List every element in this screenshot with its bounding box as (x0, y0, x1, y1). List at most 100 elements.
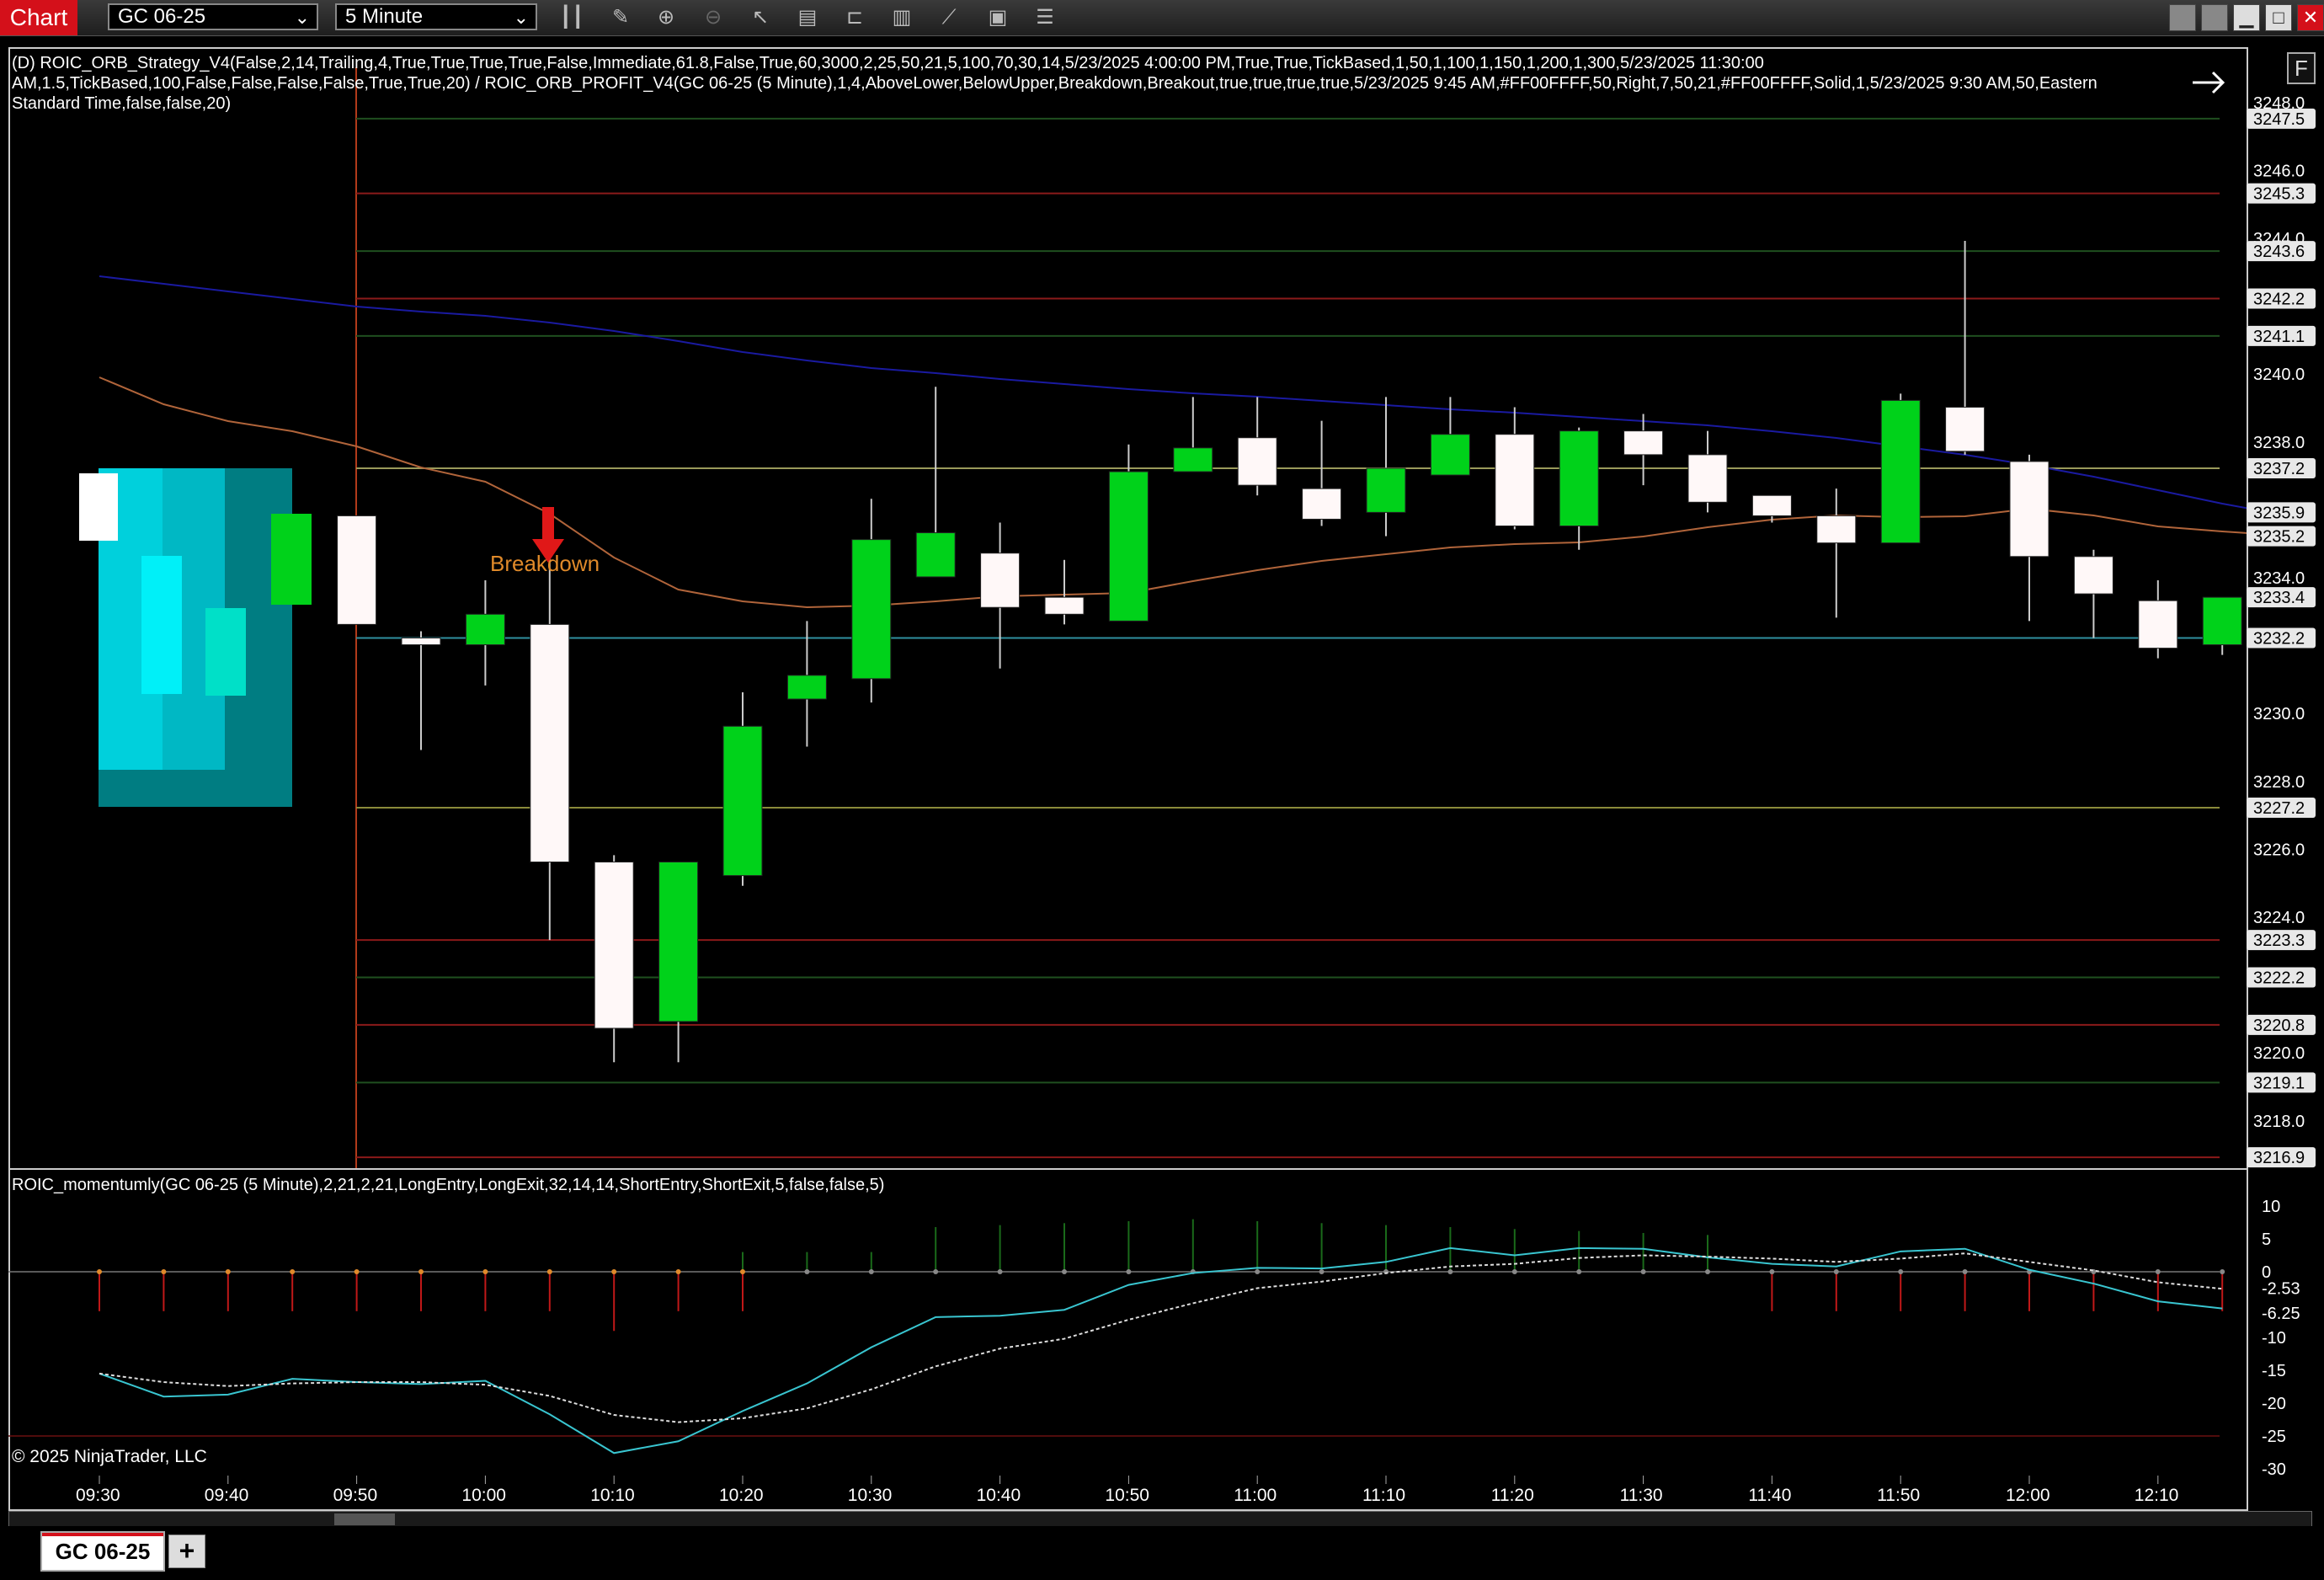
candle-body (1044, 596, 1085, 615)
time-tick-label: 10:40 (977, 1486, 1021, 1505)
candle-body (1302, 488, 1342, 520)
time-tick-label: 11:00 (1234, 1486, 1277, 1505)
time-tick-label: 10:10 (590, 1486, 635, 1505)
signal-dot (354, 1269, 360, 1274)
price-tick-label: 3228.0 (2253, 773, 2305, 792)
level-price-label: 3235.9 (2253, 504, 2305, 522)
signal-dot (1255, 1269, 1261, 1274)
signal-dot (1319, 1269, 1325, 1274)
candle-body (2138, 600, 2178, 649)
candle-body (658, 861, 699, 1022)
level-price-label: 3220.8 (2253, 1017, 2305, 1035)
ema-slow-line (99, 275, 2287, 516)
price-tick-label: 3230.0 (2253, 705, 2305, 723)
level-price-label: 3245.3 (2253, 185, 2305, 204)
oscillator-tick-label: -30 (2262, 1460, 2286, 1479)
candle-body (337, 515, 377, 625)
signal-dot (611, 1269, 617, 1274)
level-price-label: 3216.9 (2253, 1149, 2305, 1167)
candle-body (2073, 556, 2113, 595)
signal-dot (1447, 1269, 1453, 1274)
time-tick-label: 12:10 (2135, 1486, 2179, 1505)
strategy-label-line1: (D) ROIC_ORB_Strategy_V4(False,2,14,Trai… (12, 54, 1764, 72)
opening-range-bar (271, 514, 312, 605)
tab-bar (0, 1526, 2324, 1580)
candle-body (1237, 437, 1277, 486)
horizontal-scrollbar[interactable] (8, 1511, 2312, 1528)
tab-gc-06-25[interactable]: GC 06-25 (40, 1531, 165, 1572)
time-tick-label: 12:00 (2006, 1486, 2050, 1505)
copyright-text: © 2025 NinjaTrader, LLC (12, 1447, 207, 1466)
time-tick-label: 11:20 (1491, 1486, 1534, 1505)
oscillator-tick-label: -2.53 (2262, 1280, 2300, 1299)
candle-body (1687, 454, 1728, 503)
price-tick-label: 3218.0 (2253, 1113, 2305, 1131)
signal-dot (1511, 1269, 1517, 1274)
level-price-label: 3227.2 (2253, 799, 2305, 818)
strategy-label-line3: Standard Time,false,false,20) (12, 94, 232, 113)
candle-body (1108, 471, 1149, 622)
signal-dot (97, 1269, 102, 1274)
signal-dot (1062, 1269, 1067, 1274)
candle-body (980, 552, 1021, 608)
candle-body (1173, 447, 1213, 472)
oscillator-tick-label: 5 (2262, 1230, 2271, 1249)
oscillator-tick-label: -20 (2262, 1395, 2286, 1413)
candle-body (1495, 434, 1535, 527)
scrollbar-thumb[interactable] (334, 1513, 395, 1525)
time-tick-label: 11:50 (1877, 1486, 1920, 1505)
signal-dot (1769, 1269, 1775, 1274)
time-tick-label: 11:40 (1748, 1486, 1791, 1505)
level-price-label: 3237.2 (2253, 460, 2305, 478)
time-tick-label: 09:40 (205, 1486, 249, 1505)
signal-dot (290, 1269, 296, 1274)
time-tick-label: 11:10 (1362, 1486, 1405, 1505)
oscillator-tick-label: -15 (2262, 1362, 2286, 1380)
candle-body (851, 539, 892, 680)
candle-body (1623, 430, 1664, 456)
time-tick-label: 10:20 (719, 1486, 764, 1505)
signal-dot (675, 1269, 681, 1274)
signal-dot (161, 1269, 167, 1274)
signal-dot (482, 1269, 488, 1274)
candle-body (2009, 461, 2049, 558)
candle-body (915, 532, 956, 578)
signal-dot (804, 1269, 810, 1274)
add-tab-button[interactable]: + (168, 1535, 205, 1568)
signal-dot (225, 1269, 231, 1274)
candle-body (1880, 399, 1921, 544)
level-price-label: 3223.3 (2253, 931, 2305, 950)
indicator-label: ROIC_momentumly(GC 06-25 (5 Minute),2,21… (12, 1176, 885, 1194)
time-tick-label: 10:30 (848, 1486, 893, 1505)
breakdown-arrow-shaft (542, 507, 554, 541)
signal-dot (1640, 1269, 1646, 1274)
price-tick-label: 3234.0 (2253, 569, 2305, 588)
scroll-right-icon (2193, 71, 2225, 94)
price-tick-label: 3246.0 (2253, 162, 2305, 180)
time-tick-label: 11:30 (1620, 1486, 1663, 1505)
signal-dot (740, 1269, 745, 1274)
level-price-label: 3219.1 (2253, 1074, 2305, 1092)
signal-dot (1833, 1269, 1839, 1274)
signal-dot (1126, 1269, 1132, 1274)
candle-body (1430, 434, 1470, 476)
level-price-label: 3222.2 (2253, 969, 2305, 988)
signal-dot (1576, 1269, 1582, 1274)
signal-dot (1705, 1269, 1710, 1274)
signal-dot (1898, 1269, 1904, 1274)
signal-dot (2155, 1269, 2161, 1274)
price-tick-label: 3240.0 (2253, 366, 2305, 384)
signal-dot (868, 1269, 874, 1274)
level-price-label: 3241.1 (2253, 328, 2305, 346)
signal-dot (997, 1269, 1003, 1274)
level-price-label: 3243.6 (2253, 243, 2305, 261)
opening-range-bar (141, 556, 182, 694)
candle-body (465, 613, 505, 646)
price-tick-label: 3238.0 (2253, 434, 2305, 452)
opening-range-bar (205, 608, 246, 696)
oscillator-tick-label: -25 (2262, 1428, 2286, 1446)
oscillator-tick-label: -10 (2262, 1329, 2286, 1348)
price-chart-canvas[interactable]: Breakdown3248.03246.03244.03240.03238.03… (0, 0, 2324, 1580)
candle-body (786, 675, 827, 700)
price-tick-label: 3226.0 (2253, 841, 2305, 859)
